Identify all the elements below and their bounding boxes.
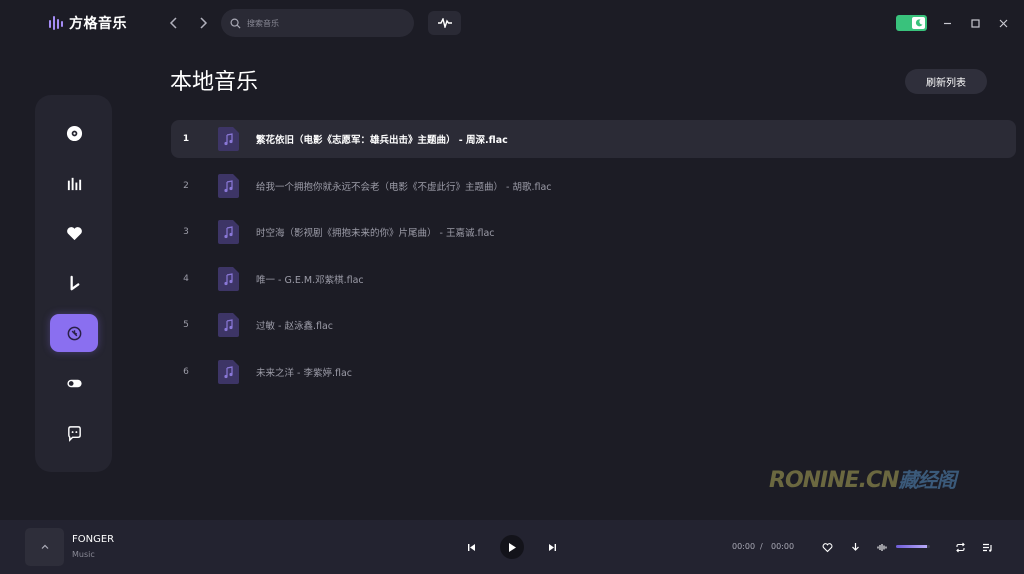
track-title: 未来之洋 - 李紫婷.flac: [256, 367, 353, 379]
download-button[interactable]: [850, 542, 861, 553]
download-icon: [852, 543, 859, 551]
music-file-icon: [218, 220, 239, 245]
track-number: 3: [183, 227, 189, 238]
track-number: 1: [182, 134, 190, 144]
track-number: 6: [183, 366, 189, 377]
track-title: 唯一 - G.E.M.邓紫棋.flac: [256, 274, 364, 286]
playlist-icon: [983, 543, 992, 552]
watermark-text: RONINE.CN: [769, 468, 900, 493]
table-row[interactable]: 2 给我一个拥抱你就永远不会老（电影《不虚此行》主题曲） - 胡歌.flac: [171, 167, 1016, 205]
volume-level: [896, 545, 927, 548]
table-row[interactable]: 3 时空海（影视剧《拥抱未来的你》片尾曲） - 王嘉诚.flac: [171, 213, 1016, 251]
watermark-text-cn: 藏经阁: [898, 468, 957, 492]
minimize-button[interactable]: [940, 16, 954, 30]
title-bar: 方格音乐: [0, 0, 1024, 46]
music-file-icon: [218, 127, 239, 151]
app-logo: 方格音乐: [48, 13, 127, 33]
audio-visualizer-button[interactable]: [428, 11, 461, 35]
page-title: 本地音乐: [170, 70, 259, 95]
track-title: 繁花依旧（电影《志愿军：雄兵出击》主题曲） - 周深.flac: [256, 135, 508, 146]
previous-button[interactable]: [466, 542, 477, 553]
sidebar-item-discover[interactable]: [50, 114, 98, 152]
music-file-icon: [218, 359, 239, 384]
track-title: 给我一个拥抱你就永远不会老（电影《不虚此行》主题曲） - 胡歌.flac: [256, 181, 552, 193]
next-button[interactable]: [547, 542, 558, 553]
refresh-list-button[interactable]: 刷新列表: [905, 69, 987, 94]
moon-icon: [915, 19, 922, 27]
chevron-right-icon: [200, 17, 208, 29]
music-file-icon: [218, 313, 239, 338]
time-separator: /: [760, 542, 763, 551]
track-number: 5: [183, 320, 189, 331]
waveform-icon: [437, 18, 452, 28]
watermark: RONINE.CN藏经阁: [769, 464, 957, 493]
track-title: 时空海（影视剧《拥抱未来的你》片尾曲） - 王嘉诚.flac: [256, 228, 495, 240]
chevron-up-icon: [41, 544, 48, 549]
play-button[interactable]: [500, 535, 524, 559]
sidebar-item-settings-toggle[interactable]: [50, 364, 98, 402]
sidebar-item-local-music[interactable]: [50, 314, 98, 352]
track-title: 过敏 - 赵泳鑫.flac: [256, 321, 334, 333]
playlist-button[interactable]: [982, 542, 993, 553]
tiktok-icon: [70, 275, 79, 290]
heart-outline-icon: [822, 543, 833, 553]
table-row[interactable]: 6 未来之洋 - 李紫婷.flac: [171, 353, 1016, 391]
maximize-button[interactable]: [968, 16, 982, 30]
album-cover-button[interactable]: [25, 528, 64, 566]
skip-previous-icon: [468, 544, 475, 551]
chart-bars-icon: [67, 177, 81, 190]
toggle-icon: [66, 379, 82, 387]
forward-button[interactable]: [194, 14, 212, 32]
theme-toggle-knob: [912, 17, 925, 29]
repeat-button[interactable]: [955, 542, 966, 553]
sidebar-item-chat[interactable]: [50, 414, 98, 452]
music-file-icon: [218, 266, 239, 291]
track-list: 1 繁花依旧（电影《志愿军：雄兵出击》主题曲） - 周深.flac 2 给我一个…: [171, 120, 1016, 400]
current-time: 00:00: [732, 542, 756, 551]
music-file-icon: [218, 173, 239, 198]
back-button[interactable]: [165, 14, 183, 32]
minimize-icon: [943, 22, 951, 24]
table-row[interactable]: 4 唯一 - G.E.M.邓紫棋.flac: [171, 260, 1016, 298]
volume-wave-icon: [877, 544, 887, 551]
sidebar: [35, 95, 112, 472]
disc-icon: [66, 125, 82, 141]
volume-slider[interactable]: [896, 545, 930, 548]
search-icon: [230, 18, 241, 29]
track-number: 2: [183, 180, 189, 191]
song-artist: Music: [72, 550, 95, 559]
search-input[interactable]: [247, 18, 397, 28]
sidebar-item-tiktok[interactable]: [50, 264, 98, 302]
song-name: FONGER: [72, 534, 115, 545]
table-row[interactable]: 5 过敏 - 赵泳鑫.flac: [171, 306, 1016, 344]
play-icon: [509, 542, 516, 552]
chevron-left-icon: [169, 17, 177, 29]
player-bar: FONGER Music 00:00 / 00:00: [0, 520, 1024, 574]
close-button[interactable]: [996, 16, 1010, 30]
sound-wave-logo-icon: [49, 16, 63, 30]
maximize-icon: [970, 18, 980, 28]
search-box[interactable]: [221, 9, 414, 37]
app-name: 方格音乐: [69, 16, 127, 32]
local-music-icon: [67, 326, 81, 340]
skip-next-icon: [549, 544, 556, 551]
repeat-icon: [956, 542, 965, 553]
table-row[interactable]: 1 繁花依旧（电影《志愿军：雄兵出击》主题曲） - 周深.flac: [171, 120, 1016, 158]
track-number: 4: [183, 273, 189, 284]
sidebar-item-charts[interactable]: [50, 164, 98, 202]
total-time: 00:00: [771, 542, 795, 551]
heart-icon: [66, 226, 82, 240]
like-button[interactable]: [822, 542, 833, 553]
close-icon: [999, 19, 1007, 27]
chat-icon: [67, 425, 81, 442]
volume-button[interactable]: [877, 542, 888, 553]
theme-toggle[interactable]: [896, 15, 927, 31]
sidebar-item-favorites[interactable]: [50, 214, 98, 252]
